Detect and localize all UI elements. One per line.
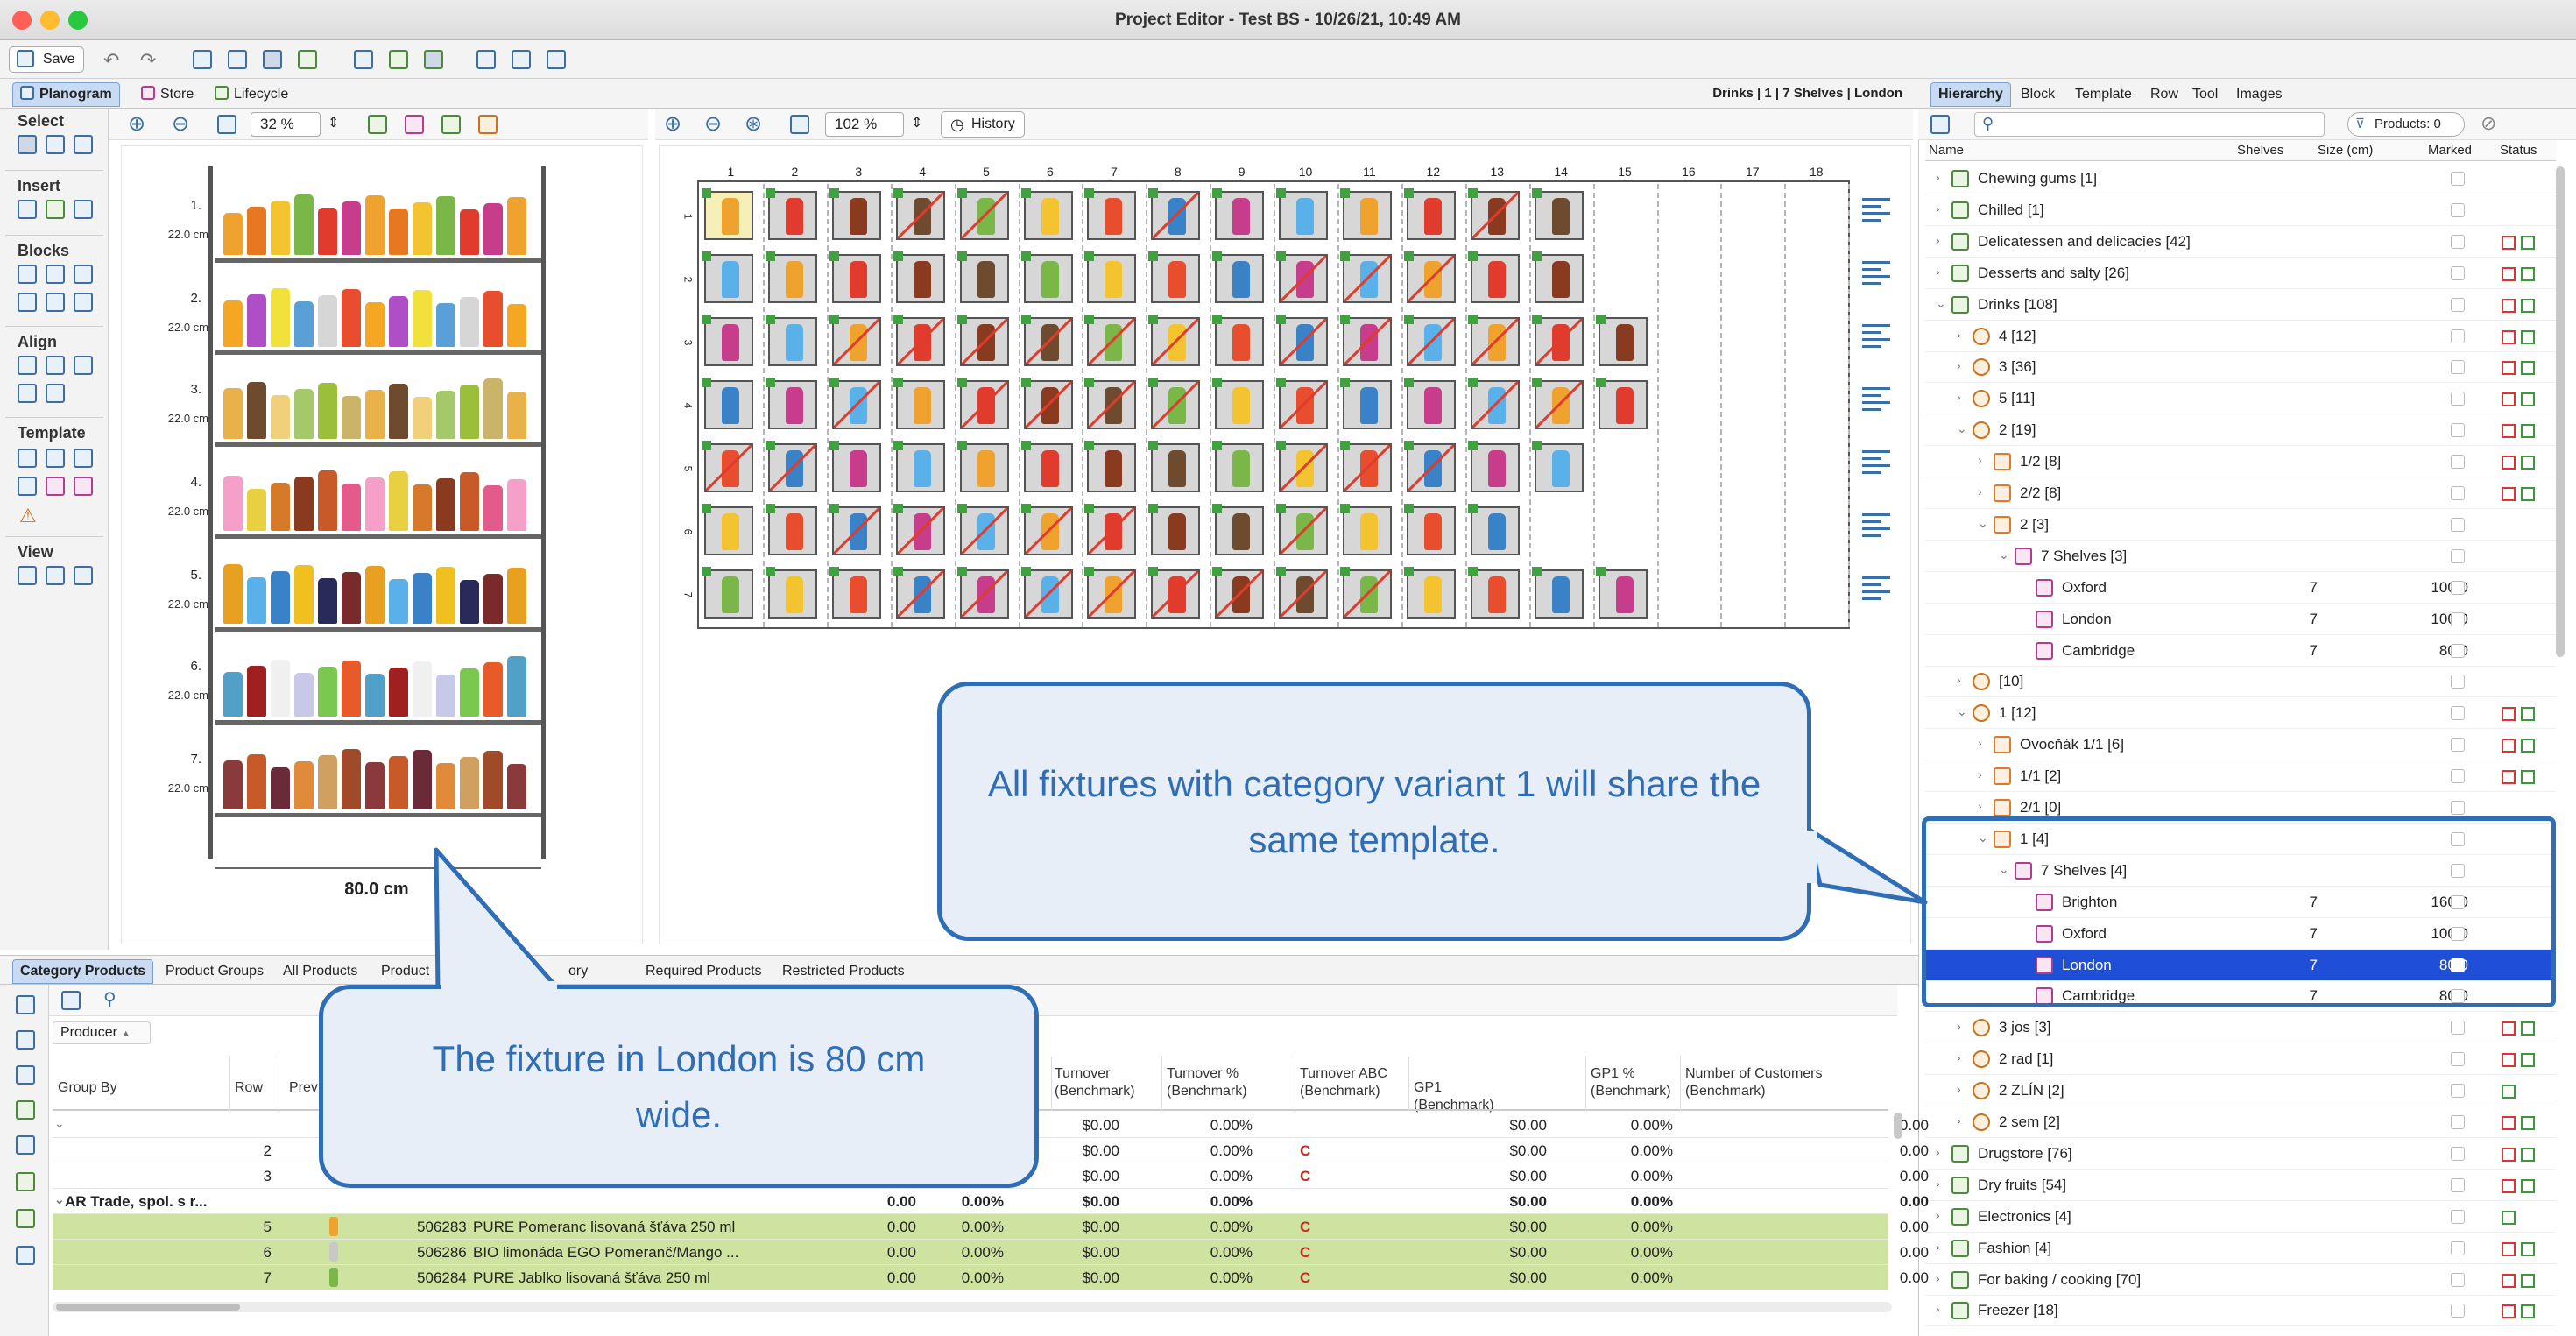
london-callout-text: The fixture in London is 80 cm wide. xyxy=(432,1038,926,1135)
template-callout-text: All fixtures with category variant 1 wil… xyxy=(987,763,1761,860)
london-callout-joint xyxy=(441,981,557,993)
template-callout-pointer xyxy=(1805,826,1928,905)
template-callout-joint xyxy=(1804,831,1817,883)
template-callout: All fixtures with category variant 1 wil… xyxy=(937,682,1811,941)
london-callout-pointer xyxy=(434,847,563,994)
london-callout: The fixture in London is 80 cm wide. xyxy=(319,985,1039,1188)
